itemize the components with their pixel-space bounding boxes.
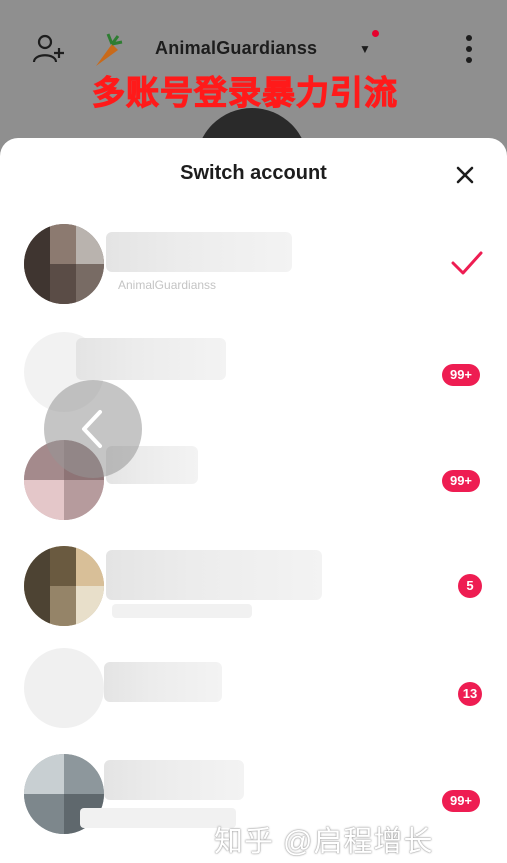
account-avatar — [24, 546, 104, 626]
account-avatar — [24, 224, 104, 304]
carrot-icon — [88, 30, 124, 70]
chevron-left-icon — [80, 408, 104, 450]
account-handle-blurred — [112, 604, 252, 618]
account-handle: AnimalGuardianss — [118, 278, 217, 292]
switch-account-sheet: Switch account AnimalGuardianss 99+ 99+ … — [0, 138, 507, 863]
check-icon — [450, 248, 484, 278]
dropdown-caret-icon[interactable]: ▼ — [359, 42, 371, 56]
sheet-title: Switch account — [180, 162, 327, 184]
account-row[interactable]: 13 — [0, 644, 507, 740]
watermark-text: 知乎 @启程增长 — [214, 826, 434, 858]
account-name-blurred — [106, 550, 322, 600]
account-row[interactable]: 5 — [0, 540, 507, 636]
notification-dot — [372, 30, 379, 37]
account-handle-blurred — [80, 808, 236, 828]
unread-badge: 13 — [458, 682, 482, 706]
account-name-blurred — [104, 760, 244, 800]
add-user-icon[interactable] — [32, 32, 66, 66]
account-name-blurred — [76, 338, 226, 380]
unread-badge: 99+ — [442, 790, 480, 812]
overlay-banner-text: 多账号登录暴力引流 — [92, 74, 398, 112]
unread-badge: 99+ — [442, 470, 480, 492]
unread-badge: 5 — [458, 574, 482, 598]
unread-badge: 99+ — [442, 364, 480, 386]
close-icon[interactable] — [452, 162, 478, 188]
account-row[interactable]: AnimalGuardianss — [0, 216, 507, 312]
account-avatar — [24, 648, 104, 728]
account-name-blurred — [104, 662, 222, 702]
account-name-blurred — [106, 232, 292, 272]
more-vertical-icon[interactable] — [460, 30, 478, 68]
username-title[interactable]: AnimalGuardianss — [155, 38, 317, 59]
background-profile-screen: AnimalGuardianss ▼ 多账号登录暴力引流 — [0, 0, 507, 220]
